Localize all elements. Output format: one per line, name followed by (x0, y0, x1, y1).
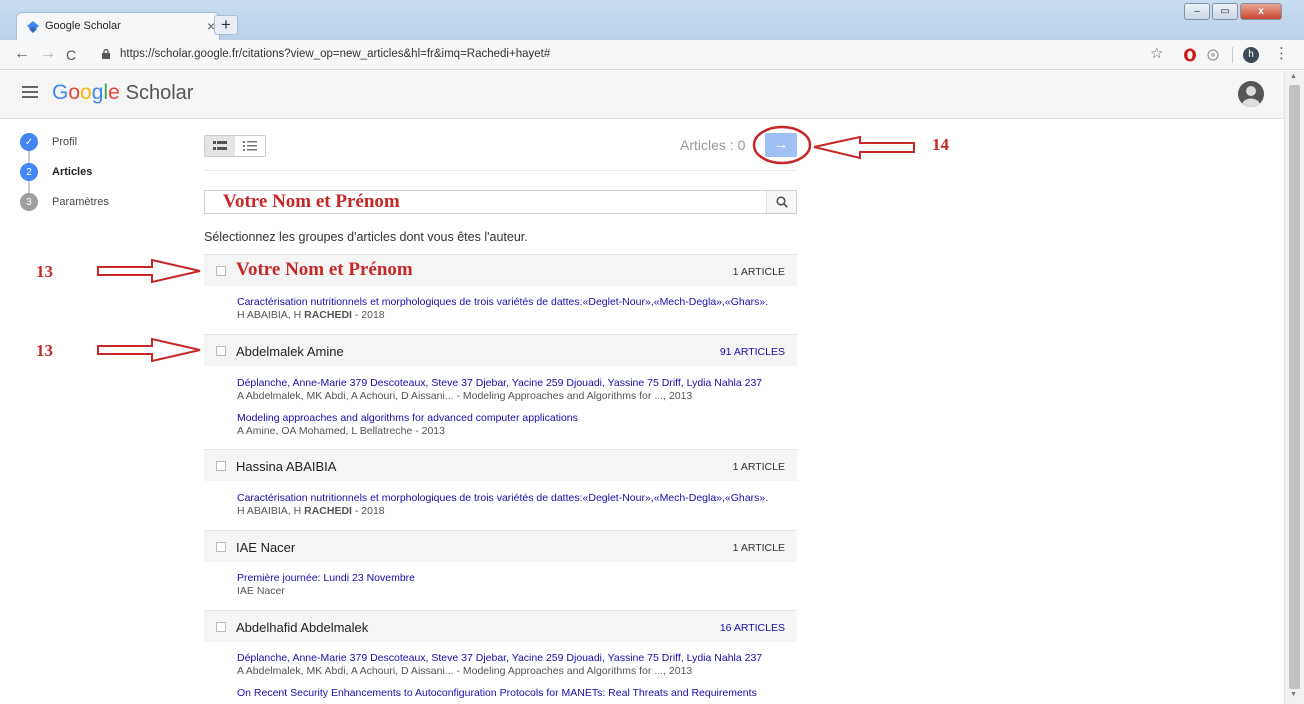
annotation-arrow-icon (813, 135, 915, 160)
annotation-label-14: 14 (932, 135, 949, 154)
scroll-thumb[interactable] (1289, 85, 1300, 689)
annotation-label-13: 13 (36, 341, 53, 360)
annotation-arrow-icon (97, 258, 201, 284)
annotation-label-13: 13 (36, 262, 53, 281)
annotation-circle-icon (752, 125, 812, 165)
scroll-up-icon[interactable]: ▲ (1290, 73, 1297, 80)
annotation-arrow-icon (97, 337, 201, 363)
annotation-overlay (97, 125, 915, 363)
page-scrollbar[interactable]: ▲ ▼ (1284, 71, 1304, 704)
scroll-down-icon[interactable]: ▼ (1290, 691, 1297, 698)
